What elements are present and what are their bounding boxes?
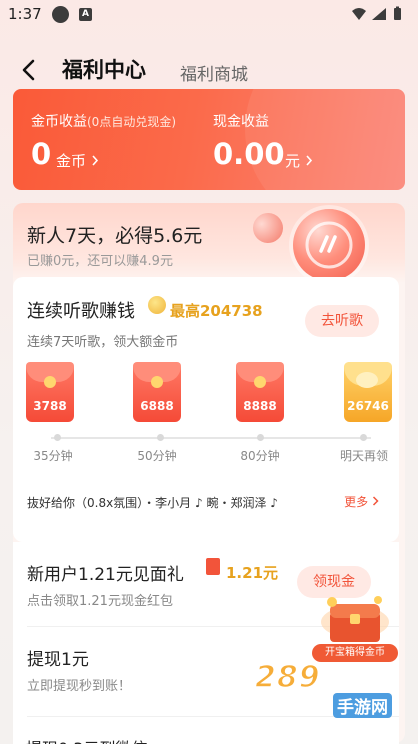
packet-seal-icon xyxy=(254,376,266,388)
withdraw-wechat-title: 提现0.3元到微信 xyxy=(26,735,147,744)
status-icons xyxy=(350,6,408,26)
tab-welfare-mall[interactable]: 福利商城 xyxy=(180,60,248,85)
coin-earnings-note: (0点自动兑现金) xyxy=(87,115,176,129)
cash-earnings-link[interactable]: 元 xyxy=(285,150,313,171)
more-songs-link[interactable]: 更多 xyxy=(344,493,379,510)
song-ticker[interactable]: 抜好给你（0.8x氛围）・李小月 ♪ 畹・郑润泽 ♪ 更多 xyxy=(13,482,399,522)
red-packet-icon xyxy=(206,558,220,575)
treasure-chest-button[interactable]: 开宝箱得金币 xyxy=(312,592,398,662)
listen-task-subtitle: 连续7天听歌，领大额金币 xyxy=(27,335,179,350)
app-notification-icon: A xyxy=(79,8,92,21)
notification-dot-icon xyxy=(52,6,69,23)
site-watermark: 289 手游网 xyxy=(254,659,405,720)
earnings-card: 金币收益(0点自动兑现金) 0 金币 现金收益 0.00 元 xyxy=(13,89,405,190)
newbie-subtitle: 已赚0元，还可以赚4.9元 xyxy=(27,254,173,269)
listen-task-title: 连续听歌赚钱 xyxy=(27,301,135,322)
red-packet-2[interactable]: 6888 xyxy=(133,362,181,422)
gold-packet-4[interactable]: 26746 xyxy=(344,362,392,422)
packet-amount: 6888 xyxy=(140,399,174,413)
withdraw-task-title: 提现1元 xyxy=(27,650,89,670)
time-label-4: 明天再领 xyxy=(339,449,388,463)
coin-logo-icon xyxy=(293,209,365,281)
new-user-task-amount: 1.21元 xyxy=(226,564,279,582)
packet-seal-icon xyxy=(151,376,163,388)
packet-seal-icon xyxy=(44,376,56,388)
more-label: 更多 xyxy=(344,495,369,509)
go-listen-button[interactable]: 去听歌 xyxy=(305,305,379,337)
time-label-3: 80分钟 xyxy=(240,449,280,463)
wifi-icon xyxy=(352,8,366,20)
time-label-2: 50分钟 xyxy=(137,449,177,463)
watermark-number: 289 xyxy=(254,659,321,696)
listen-task-card: 连续听歌赚钱 最高204738 连续7天听歌，领大额金币 去听歌 3788 68… xyxy=(13,277,399,542)
progress-tick xyxy=(157,434,164,441)
red-packet-3[interactable]: 8888 xyxy=(236,362,284,422)
progress-tick xyxy=(257,434,264,441)
progress-tick xyxy=(360,434,367,441)
new-user-task-title: 新用户1.21元见面礼 xyxy=(27,565,184,585)
packet-amount: 3788 xyxy=(33,399,67,413)
tab-welfare-center[interactable]: 福利中心 xyxy=(62,54,146,84)
listen-task-max: 最高204738 xyxy=(170,302,263,320)
packet-amount: 26746 xyxy=(347,399,389,413)
withdraw-task-subtitle: 立即提现秒到账！ xyxy=(27,679,132,694)
time-label-1: 35分钟 xyxy=(33,449,73,463)
packet-amount: 8888 xyxy=(243,399,277,413)
coin-medal-icon xyxy=(148,296,166,314)
progress-tick xyxy=(54,434,61,441)
signal-icon xyxy=(372,8,386,20)
watermark-site: 手游网 xyxy=(333,693,392,718)
page-header: 福利中心 福利商城 xyxy=(0,48,418,92)
back-button[interactable] xyxy=(18,58,42,82)
coin-stack-icon xyxy=(356,372,378,388)
coin-unit-label: 金币 xyxy=(56,152,87,170)
new-user-task-subtitle: 点击领取1.21元现金红包 xyxy=(27,594,173,609)
cash-earnings-value[interactable]: 0.00 xyxy=(213,137,285,171)
chevron-right-icon xyxy=(306,155,312,166)
chevron-right-icon xyxy=(92,155,98,166)
coin-earnings-value[interactable]: 0 xyxy=(31,137,51,171)
cash-earnings-label: 现金收益 xyxy=(213,114,269,130)
coin-decoration-icon xyxy=(248,208,288,248)
chevron-right-icon xyxy=(372,496,379,506)
red-packet-1[interactable]: 3788 xyxy=(26,362,74,422)
back-arrow-icon xyxy=(22,59,35,81)
song-ticker-text: 抜好给你（0.8x氛围）・李小月 ♪ 畹・郑润泽 ♪ xyxy=(27,496,278,510)
status-time: 1:37 xyxy=(8,5,42,23)
coin-earnings-link[interactable]: 金币 xyxy=(56,150,99,171)
newbie-title: 新人7天，必得5.6元 xyxy=(27,225,203,247)
progress-track xyxy=(51,437,371,439)
cash-unit-label: 元 xyxy=(285,152,301,170)
status-bar: 1:37 A xyxy=(0,0,418,30)
treasure-chest-icon xyxy=(321,596,389,642)
coin-earnings-title: 金币收益 xyxy=(31,114,87,130)
coin-earnings-label: 金币收益(0点自动兑现金) xyxy=(31,111,176,131)
battery-icon xyxy=(394,6,401,20)
